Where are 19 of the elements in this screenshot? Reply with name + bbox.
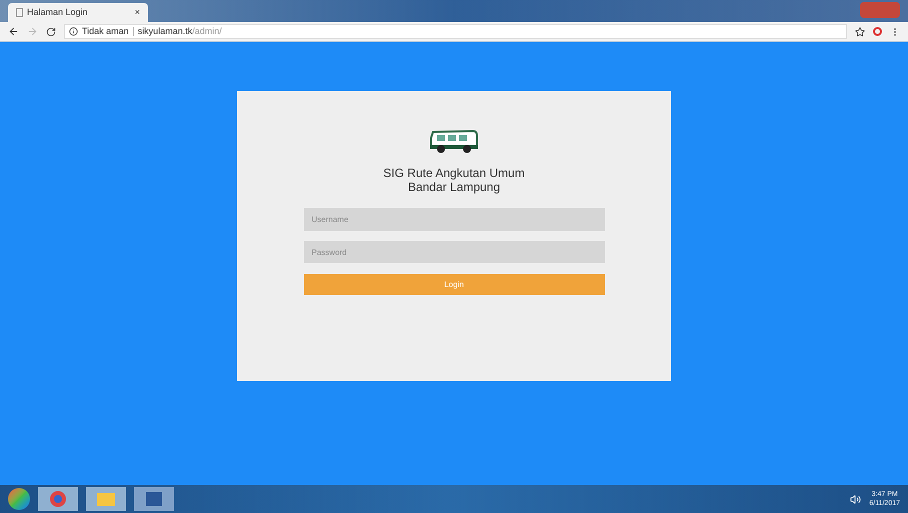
tab-close[interactable]: × <box>134 6 140 20</box>
volume-icon[interactable] <box>850 494 862 504</box>
opera-icon[interactable] <box>873 27 882 36</box>
tab-title: Halaman Login <box>27 6 89 19</box>
url-field[interactable]: Tidak aman sikyulaman.tk/admin/ <box>64 24 847 39</box>
reload-icon[interactable] <box>46 26 56 36</box>
back-icon[interactable] <box>8 26 19 37</box>
minibus-logo-icon <box>429 128 479 154</box>
app-title: SIG Rute Angkutan Umum Bandar Lampung <box>383 166 525 194</box>
page-icon <box>16 8 23 17</box>
url-text: sikyulaman.tk/admin/ <box>138 24 222 38</box>
chrome-taskbar-icon[interactable] <box>38 487 78 511</box>
browser-tab[interactable]: Halaman Login × <box>8 3 148 22</box>
word-taskbar-icon[interactable] <box>134 487 174 511</box>
star-icon[interactable] <box>855 26 865 36</box>
password-field[interactable]: Password <box>304 241 604 263</box>
username-field[interactable]: Username <box>304 208 604 231</box>
security-label: Tidak aman <box>82 24 129 38</box>
info-icon <box>69 27 78 36</box>
